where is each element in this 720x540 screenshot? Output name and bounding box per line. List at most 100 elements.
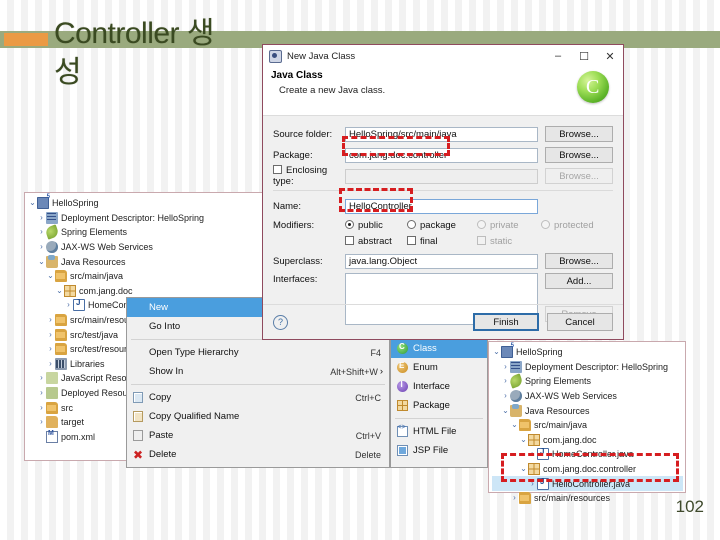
collapsed-arrow-icon[interactable]: › [37, 389, 46, 397]
finish-button[interactable]: Finish [473, 313, 539, 331]
package-input[interactable]: com.jang.doc.controller [345, 147, 538, 163]
submenu-arrow-icon: › [379, 366, 383, 377]
collapsed-arrow-icon[interactable]: › [64, 301, 73, 309]
menu-item[interactable]: Enum [391, 358, 487, 377]
tree-node[interactable]: ⌄ HelloSpring [492, 343, 683, 360]
collapsed-arrow-icon[interactable]: › [37, 228, 46, 236]
tree-node[interactable]: ⌄ Java Resources [492, 403, 683, 418]
expanded-arrow-icon[interactable]: ⌄ [55, 286, 64, 295]
source-folder-input[interactable]: HelloSpring/src/main/java [345, 126, 538, 142]
name-input[interactable]: HelloController [345, 198, 538, 214]
tree-node[interactable]: › Deployment Descriptor: HelloSpring [492, 360, 683, 375]
expanded-arrow-icon[interactable]: ⌄ [519, 435, 528, 444]
tree-node-label: Deployment Descriptor: HelloSpring [61, 212, 205, 223]
html-file-icon [396, 424, 408, 437]
expanded-arrow-icon[interactable]: ⌄ [28, 199, 37, 207]
menu-item[interactable]: Paste Ctrl+V [127, 426, 389, 445]
menu-item[interactable]: ✖ Delete Delete [127, 445, 389, 464]
collapsed-arrow-icon[interactable]: › [528, 479, 537, 488]
tree-node-label: Deployment Descriptor: HelloSpring [525, 361, 669, 372]
collapsed-arrow-icon[interactable]: › [37, 213, 46, 222]
help-icon[interactable]: ? [273, 314, 288, 330]
expanded-arrow-icon[interactable]: ⌄ [501, 406, 510, 415]
superclass-browse-button[interactable]: Browse... [545, 253, 613, 269]
tree-node[interactable]: › Deployment Descriptor: HelloSpring [28, 211, 267, 226]
menu-item-icon [127, 411, 149, 422]
public-radio[interactable] [345, 220, 354, 229]
project-icon [37, 194, 50, 210]
collapsed-arrow-icon[interactable]: › [37, 403, 46, 412]
expanded-arrow-icon[interactable]: ⌄ [37, 257, 46, 266]
tree-node[interactable]: ⌄ src/main/java [28, 269, 267, 284]
menu-item[interactable]: Package [391, 396, 487, 415]
collapsed-arrow-icon[interactable]: › [46, 359, 55, 368]
right-tree[interactable]: ⌄ HelloSpring › Deployment Descriptor: Hell… [489, 342, 685, 508]
tree-node[interactable]: ⌄ com.jang.doc [28, 284, 267, 299]
collapsed-arrow-icon[interactable]: › [501, 377, 510, 385]
java-file-icon [537, 477, 549, 490]
source-folder-icon [519, 419, 531, 432]
java-resources-icon [510, 403, 522, 417]
tree-node[interactable]: ⌄ src/main/java [492, 418, 683, 433]
menu-item[interactable]: HTML File [391, 422, 487, 441]
expanded-arrow-icon[interactable]: ⌄ [46, 272, 55, 280]
expanded-arrow-icon[interactable]: ⌄ [492, 348, 501, 356]
menu-item[interactable]: JSP File [391, 441, 487, 460]
menu-item[interactable]: Copy Ctrl+C [127, 388, 389, 407]
menu-item[interactable]: Show In Alt+Shift+W › [127, 362, 389, 381]
package-icon [64, 284, 76, 297]
menu-item[interactable]: Interface [391, 377, 487, 396]
minimize-button[interactable]: – [545, 46, 571, 66]
abstract-checkbox[interactable] [345, 236, 354, 245]
collapsed-arrow-icon[interactable]: › [501, 362, 510, 371]
cancel-button[interactable]: Cancel [547, 313, 613, 331]
tree-node[interactable]: › HomeController.java [492, 447, 683, 462]
tree-node[interactable]: ⌄ Java Resources [28, 254, 267, 269]
collapsed-arrow-icon[interactable]: › [46, 316, 55, 324]
tree-node[interactable]: › Spring Elements [28, 224, 267, 241]
menu-item[interactable]: Copy Qualified Name [127, 407, 389, 426]
modifiers-row-2: abstract final static [273, 234, 613, 249]
package-browse-button[interactable]: Browse... [545, 147, 613, 163]
collapsed-arrow-icon[interactable]: › [37, 418, 46, 426]
menu-item-icon [391, 445, 413, 456]
modifier-abstract[interactable]: abstract [345, 236, 407, 247]
java-resources-icon [46, 254, 58, 268]
package-radio[interactable] [407, 220, 416, 229]
tree-node-label: Spring Elements [61, 227, 128, 238]
tree-node[interactable]: ⌄ com.jang.doc [492, 433, 683, 448]
superclass-input[interactable]: java.lang.Object [345, 253, 538, 269]
tree-node[interactable]: › src/main/resources [492, 491, 683, 506]
tree-node[interactable]: › JAX-WS Web Services [492, 389, 683, 404]
source-folder-icon [55, 314, 67, 327]
collapsed-arrow-icon[interactable]: › [37, 243, 46, 251]
tree-node[interactable]: › Spring Elements [492, 373, 683, 390]
new-submenu[interactable]: Class Enum Interface Package HTML File JSP Fi… [390, 338, 488, 468]
modifier-package[interactable]: package [407, 220, 477, 231]
enclosing-type-input[interactable] [345, 168, 538, 184]
collapsed-arrow-icon[interactable]: › [37, 374, 46, 382]
source-folder-browse-button[interactable]: Browse... [545, 126, 613, 142]
collapsed-arrow-icon[interactable]: › [528, 450, 537, 458]
expanded-arrow-icon[interactable]: ⌄ [519, 465, 528, 473]
maximize-button[interactable]: ☐ [571, 46, 597, 66]
collapsed-arrow-icon[interactable]: › [46, 330, 55, 339]
tree-node[interactable]: ⌄ com.jang.doc.controller [492, 462, 683, 477]
collapsed-arrow-icon[interactable]: › [46, 345, 55, 353]
menu-item[interactable]: Class [391, 339, 487, 358]
final-checkbox[interactable] [407, 236, 416, 245]
modifier-final[interactable]: final [407, 236, 477, 247]
close-button[interactable]: ✕ [597, 46, 623, 66]
collapsed-arrow-icon[interactable]: › [501, 392, 510, 400]
tree-node[interactable]: › HelloController.java [492, 476, 683, 491]
expanded-arrow-icon[interactable]: ⌄ [510, 421, 519, 429]
collapsed-arrow-icon[interactable]: › [510, 494, 519, 502]
interfaces-add-button[interactable]: Add... [545, 273, 613, 289]
enclosing-type-checkbox[interactable] [273, 165, 282, 174]
project-explorer-right[interactable]: ⌄ HelloSpring › Deployment Descriptor: Hell… [488, 341, 686, 505]
modifier-public[interactable]: public [345, 220, 407, 231]
new-java-class-dialog[interactable]: New Java Class – ☐ ✕ Java Class Create a… [262, 44, 624, 340]
tree-node[interactable]: › JAX-WS Web Services [28, 240, 267, 255]
tree-node[interactable]: ⌄ HelloSpring [28, 194, 267, 211]
menu-item[interactable]: Open Type Hierarchy F4 [127, 343, 389, 362]
